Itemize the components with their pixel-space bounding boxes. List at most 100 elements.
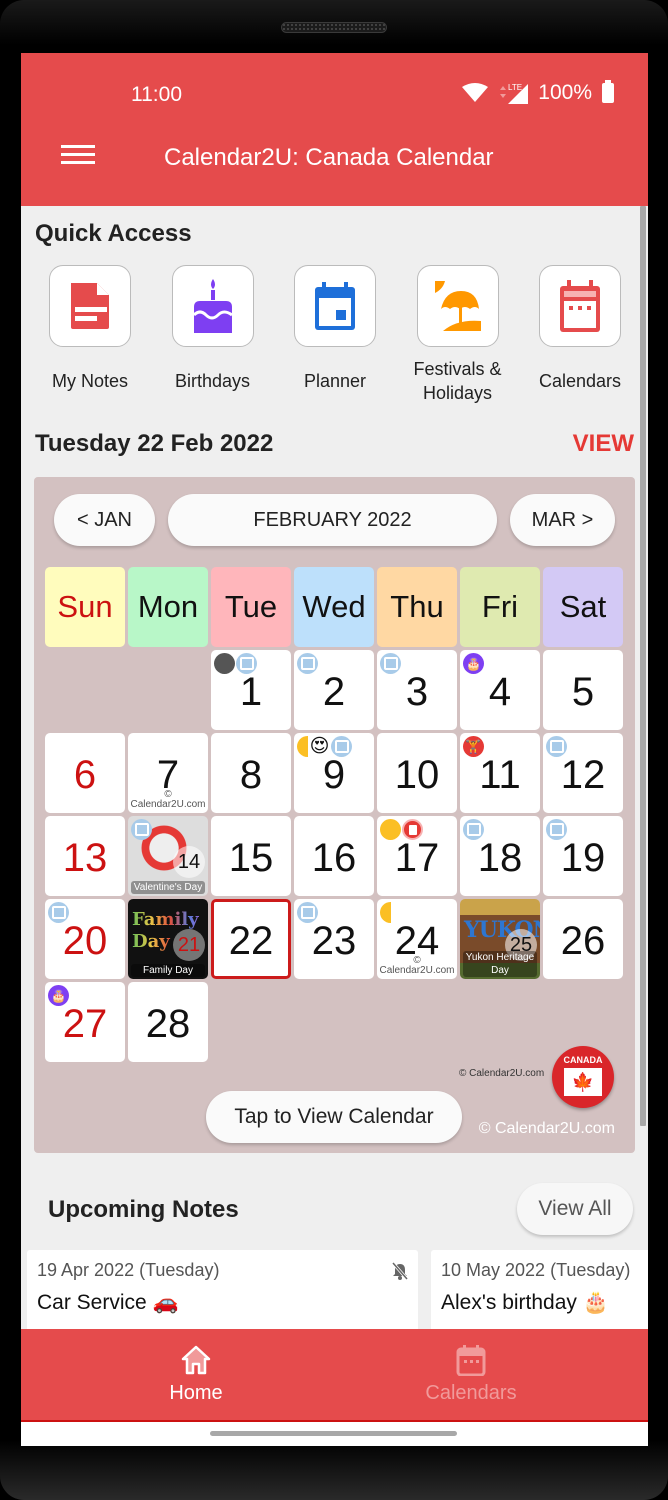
day-number: 13 xyxy=(62,835,108,880)
hamburger-icon xyxy=(61,145,95,148)
weekday-header: Tue xyxy=(211,567,291,647)
note-date: 10 May 2022 (Tuesday) xyxy=(441,1260,631,1280)
home-indicator[interactable] xyxy=(210,1431,457,1436)
day-number: 14 xyxy=(173,846,205,878)
empty-day-cell xyxy=(45,650,125,730)
note-text: Car Service 🚗 xyxy=(37,1291,179,1314)
qa-icon-box xyxy=(49,265,131,347)
day-number: 16 xyxy=(311,835,357,880)
weekday-header: Sun xyxy=(45,567,125,647)
note-text: Alex's birthday 🎂 xyxy=(441,1291,609,1314)
nav-calendars[interactable]: Calendars xyxy=(391,1329,551,1422)
status-time: 11:00 xyxy=(131,83,182,106)
note-date: 19 Apr 2022 (Tuesday) xyxy=(37,1260,220,1280)
day-cells: 1 2 3 4 🎂 5 6 7 © Calendar2U.com 8 9 😍 10 11 🏋 12 13 14 Va… xyxy=(45,650,625,1062)
quick-access-birthdays[interactable]: Birthdays xyxy=(158,265,268,405)
quick-access-label: My Notes xyxy=(51,371,129,391)
day-number: 2 xyxy=(322,669,346,714)
scrollbar[interactable] xyxy=(640,206,646,1126)
day-cell[interactable]: 2 xyxy=(294,650,374,730)
day-cell[interactable]: 10 xyxy=(377,733,457,813)
birthday-cake-icon xyxy=(192,279,233,333)
birthday-cake-icon: 🎂 xyxy=(48,985,69,1006)
alarm-off-icon xyxy=(392,1262,408,1280)
day-cell[interactable]: YUKON25Yukon Heritage Day xyxy=(460,899,540,979)
day-cell-today[interactable]: 22 xyxy=(211,899,291,979)
view-all-button[interactable]: View All xyxy=(517,1183,633,1235)
planner-icon xyxy=(331,736,352,757)
calendar-icon xyxy=(560,280,600,332)
day-cell[interactable]: 13 xyxy=(45,816,125,896)
quick-access-planner[interactable]: Planner xyxy=(280,265,390,405)
last-quarter-moon-icon xyxy=(380,902,391,923)
view-date-link[interactable]: VIEW xyxy=(573,430,634,458)
copyright-text: © Calendar2U.com xyxy=(478,1120,615,1137)
day-cell[interactable]: 23 xyxy=(294,899,374,979)
empty-day-cell xyxy=(128,650,208,730)
day-cell[interactable]: 18 xyxy=(460,816,540,896)
day-number: 28 xyxy=(145,1001,191,1046)
prev-month-button[interactable]: < JAN xyxy=(54,494,155,546)
inline-watermark: © Calendar2U.com xyxy=(459,1068,545,1079)
note-card[interactable]: 19 Apr 2022 (Tuesday) Car Service 🚗 xyxy=(27,1250,418,1340)
day-cell[interactable]: Family Day 21 Family Day xyxy=(128,899,208,979)
birthday-cake-icon: 🎂 xyxy=(463,653,484,674)
day-number: 17 xyxy=(394,835,440,880)
day-cell[interactable]: 3 xyxy=(377,650,457,730)
note-card[interactable]: 10 May 2022 (Tuesday) Alex's birthday 🎂 xyxy=(431,1250,648,1340)
quick-access-festivals-holidays[interactable]: Festivals & Holidays xyxy=(403,265,513,405)
day-number: 21 xyxy=(173,929,205,961)
first-quarter-moon-icon xyxy=(297,736,308,757)
day-cell[interactable]: 14 Valentine's Day xyxy=(128,816,208,896)
day-cell[interactable]: 19 xyxy=(543,816,623,896)
speaker-grille xyxy=(281,22,387,33)
nav-home[interactable]: Home xyxy=(116,1329,276,1422)
planner-icon xyxy=(463,819,484,840)
quick-access-title: Quick Access xyxy=(35,220,192,247)
day-cell[interactable]: 20 xyxy=(45,899,125,979)
qa-icon-box xyxy=(539,265,621,347)
menu-button[interactable] xyxy=(61,145,95,171)
day-cell[interactable]: 5 xyxy=(543,650,623,730)
day-cell[interactable]: 6 xyxy=(45,733,125,813)
holiday-name: Family Day xyxy=(131,964,205,977)
battery-percent: 100% xyxy=(538,81,592,104)
next-month-button[interactable]: MAR > xyxy=(510,494,615,546)
day-number: 8 xyxy=(239,752,263,797)
day-cell[interactable]: 9 😍 xyxy=(294,733,374,813)
day-number: 6 xyxy=(73,752,97,797)
holiday-name: Valentine's Day xyxy=(131,881,205,894)
month-selector-button[interactable]: FEBRUARY 2022 xyxy=(168,494,497,546)
month-grid: Sun Mon Tue Wed Thu Fri Sat 1 2 3 4 🎂 5 6 7 © Calendar… xyxy=(45,567,625,1062)
qa-icon-box xyxy=(416,265,499,347)
phone-frame: 11:00 LTE 100% Calendar2U: Canada Calend… xyxy=(0,0,668,1500)
planner-icon xyxy=(297,902,318,923)
quick-access-label: Calendars xyxy=(538,371,622,391)
quick-access-row: My Notes Birthdays Planner Festivals & H… xyxy=(35,265,635,405)
note-icon xyxy=(402,819,423,840)
day-cell[interactable]: 4 🎂 xyxy=(460,650,540,730)
day-cell[interactable]: 1 xyxy=(211,650,291,730)
day-number: 19 xyxy=(560,835,606,880)
day-cell[interactable]: 24 © Calendar2U.com xyxy=(377,899,457,979)
day-cell[interactable]: 7 © Calendar2U.com xyxy=(128,733,208,813)
day-cell[interactable]: 8 xyxy=(211,733,291,813)
tap-to-view-calendar-button[interactable]: Tap to View Calendar xyxy=(206,1091,462,1143)
quick-access-calendars[interactable]: Calendars xyxy=(525,265,635,405)
day-cell[interactable]: 12 xyxy=(543,733,623,813)
day-cell[interactable]: 28 xyxy=(128,982,208,1062)
canada-calendar-logo: CANADA 🍁 xyxy=(552,1046,614,1108)
day-number: 20 xyxy=(62,918,108,963)
day-number: 11 xyxy=(479,752,521,797)
day-cell[interactable]: 27 🎂 xyxy=(45,982,125,1062)
gesture-bar xyxy=(21,1422,648,1446)
day-cell[interactable]: 16 xyxy=(294,816,374,896)
day-cell[interactable]: 17 xyxy=(377,816,457,896)
quick-access-label: Festivals & Holidays xyxy=(413,359,502,403)
day-cell[interactable]: 26 xyxy=(543,899,623,979)
day-number: 23 xyxy=(311,918,357,963)
day-cell[interactable]: 15 xyxy=(211,816,291,896)
quick-access-my-notes[interactable]: My Notes xyxy=(35,265,145,405)
day-number: 15 xyxy=(228,835,274,880)
day-cell[interactable]: 11 🏋 xyxy=(460,733,540,813)
